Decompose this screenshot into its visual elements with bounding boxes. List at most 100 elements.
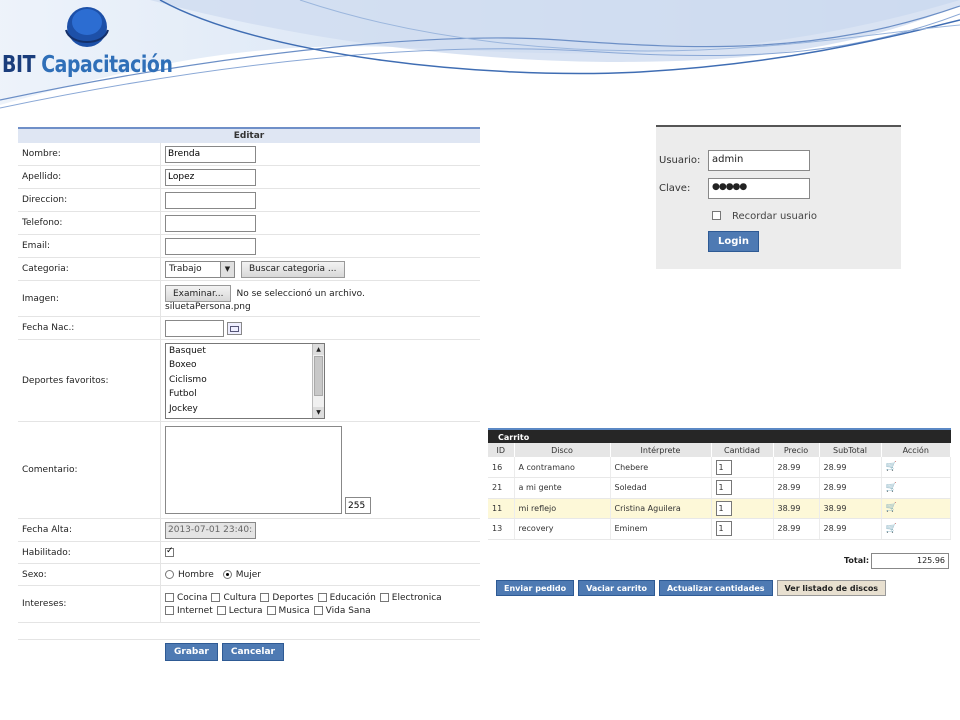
interes-deportes-checkbox[interactable] <box>260 593 270 602</box>
cell-subtotal: 28.99 <box>819 457 882 478</box>
label-nombre: Nombre: <box>18 143 161 165</box>
spacer-cell <box>18 623 161 639</box>
interes-label: Internet <box>177 605 213 616</box>
list-item[interactable]: Basquet <box>166 344 324 359</box>
grabar-button[interactable]: Grabar <box>165 643 218 661</box>
login-button[interactable]: Login <box>708 231 759 252</box>
list-item[interactable]: Boxeo <box>166 358 324 373</box>
cantidad-input[interactable]: 1 <box>715 500 732 516</box>
cell-interprete: Soledad <box>610 477 712 499</box>
clave-input[interactable]: ●●●●● <box>708 178 810 199</box>
interes-cultura-checkbox[interactable] <box>211 593 221 602</box>
row-nombre: Nombre: <box>18 143 480 166</box>
table-row-highlighted: 11 mi reflejo Cristina Aguilera 1 38.99 … <box>488 498 951 519</box>
label-telefono: Telefono: <box>18 212 161 234</box>
scroll-up-icon[interactable]: ▲ <box>313 343 324 355</box>
cell-id: 13 <box>488 518 515 540</box>
cart-title: Carrito <box>488 428 951 443</box>
habilitado-checkbox[interactable] <box>165 546 174 557</box>
direccion-input[interactable] <box>165 191 256 209</box>
cell-disco: mi reflejo <box>514 498 611 519</box>
row-intereses: Intereses: Cocina Cultura Deportes Educa… <box>18 586 480 623</box>
calendar-icon[interactable] <box>227 321 242 335</box>
page-header: BIT Capacitación <box>0 0 960 120</box>
email-input[interactable] <box>165 237 256 255</box>
interes-cocina-checkbox[interactable] <box>165 593 174 602</box>
sexo-hombre-radio[interactable] <box>165 570 174 579</box>
interes-label: Lectura <box>228 605 263 616</box>
vaciar-carrito-button[interactable]: Vaciar carrito <box>578 580 655 596</box>
fecha-nac-input[interactable] <box>165 319 224 337</box>
cantidad-input[interactable]: 1 <box>715 521 732 537</box>
remove-cart-icon[interactable]: 🛒 <box>886 524 897 534</box>
nombre-input[interactable] <box>165 145 256 163</box>
interes-label: Electronica <box>391 592 442 603</box>
interes-label: Vida Sana <box>325 605 371 616</box>
form-actions: Grabar Cancelar <box>18 640 480 664</box>
interes-electronica-checkbox[interactable] <box>379 593 389 602</box>
list-item[interactable]: Futbol <box>166 387 324 402</box>
row-imagen: Imagen: Examinar... No se seleccionó un … <box>18 281 480 317</box>
usuario-input[interactable]: admin <box>708 150 810 171</box>
listbox-scrollbar[interactable]: ▲ ▼ <box>312 343 324 418</box>
sexo-mujer-radio[interactable] <box>222 570 232 579</box>
fecha-alta-input <box>165 521 256 539</box>
scrollbar-thumb[interactable] <box>314 355 323 396</box>
clave-label: Clave: <box>659 183 691 194</box>
apellido-input[interactable] <box>165 168 256 186</box>
row-spacer <box>18 623 480 640</box>
cell-subtotal: 28.99 <box>819 477 882 499</box>
scroll-down-icon[interactable]: ▼ <box>313 406 324 418</box>
remove-cart-icon[interactable]: 🛒 <box>886 483 897 493</box>
cell-subtotal: 28.99 <box>819 518 882 540</box>
comentario-textarea[interactable] <box>165 426 342 514</box>
label-intereses: Intereses: <box>18 586 161 622</box>
brand-word-2: Capacitación <box>41 52 173 78</box>
deportes-listbox[interactable]: Basquet Boxeo Ciclismo Futbol Jockey ▲ ▼ <box>165 342 325 419</box>
usuario-label: Usuario: <box>659 155 701 166</box>
col-accion: Acción <box>881 443 951 457</box>
dropdown-arrow-icon[interactable]: ▼ <box>220 261 234 277</box>
interes-musica-checkbox[interactable] <box>266 606 276 615</box>
list-item[interactable]: Ciclismo <box>166 373 324 388</box>
interes-internet-checkbox[interactable] <box>165 606 174 615</box>
list-item[interactable]: Jockey <box>166 402 324 417</box>
cell-id: 11 <box>488 498 515 519</box>
label-comentario: Comentario: <box>18 422 161 518</box>
cell-precio: 38.99 <box>773 498 820 519</box>
form-title: Editar <box>18 129 480 143</box>
categoria-selected-value: Trabajo <box>169 264 202 274</box>
cell-interprete: Cristina Aguilera <box>610 498 712 519</box>
col-precio: Precio <box>773 443 820 457</box>
buscar-categoria-button[interactable]: Buscar categoria ... <box>241 260 345 278</box>
label-direccion: Direccion: <box>18 189 161 211</box>
interes-lectura-checkbox[interactable] <box>216 606 226 615</box>
row-email: Email: <box>18 235 480 258</box>
cantidad-input[interactable]: 1 <box>715 459 732 475</box>
col-disco: Disco <box>514 443 611 457</box>
enviar-pedido-button[interactable]: Enviar pedido <box>496 580 575 596</box>
cantidad-input[interactable]: 1 <box>715 480 732 496</box>
interes-label: Cocina <box>177 592 208 603</box>
ver-listado-discos-button[interactable]: Ver listado de discos <box>776 580 887 596</box>
col-id: ID <box>488 443 515 457</box>
interes-vida-sana-checkbox[interactable] <box>313 606 323 615</box>
interes-educacion-checkbox[interactable] <box>317 593 327 602</box>
examinar-button[interactable]: Examinar... <box>165 285 232 302</box>
table-row: 16 A contramano Chebere 1 28.99 28.99 🛒 <box>488 457 951 478</box>
label-fecha-alta: Fecha Alta: <box>18 519 161 541</box>
cart-panel: Carrito ID Disco Intérprete Cantidad Pre… <box>488 428 951 602</box>
remove-cart-icon[interactable]: 🛒 <box>886 462 897 472</box>
actualizar-cantidades-button[interactable]: Actualizar cantidades <box>658 580 773 596</box>
categoria-select[interactable]: Trabajo ▼ <box>165 260 235 278</box>
remove-cart-icon[interactable]: 🛒 <box>886 503 897 513</box>
telefono-input[interactable] <box>165 214 256 232</box>
edit-form: Editar Nombre: Apellido: Direccion: Tele… <box>18 127 480 664</box>
label-apellido: Apellido: <box>18 166 161 188</box>
cell-precio: 28.99 <box>773 457 820 478</box>
brand-word-1: BIT <box>2 52 36 78</box>
recordar-checkbox[interactable] <box>712 211 721 220</box>
cancelar-button[interactable]: Cancelar <box>221 643 284 661</box>
cell-interprete: Chebere <box>610 457 712 478</box>
file-status-text: No se seleccionó un archivo. <box>236 288 365 299</box>
